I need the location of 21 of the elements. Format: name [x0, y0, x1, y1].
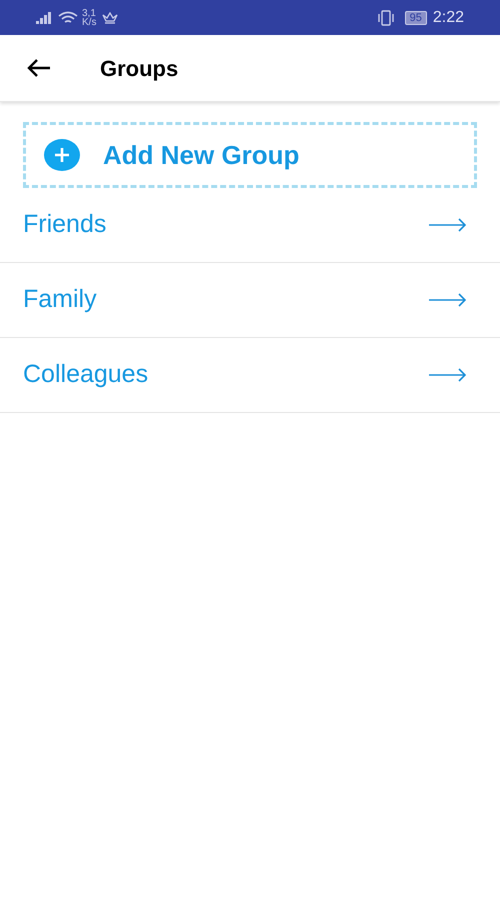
- right-arrow-icon: [429, 293, 467, 307]
- network-speed-value: 3,1: [82, 8, 96, 18]
- crown-icon: [102, 12, 118, 24]
- group-name: Colleagues: [23, 359, 148, 390]
- battery-indicator: 95: [404, 10, 427, 24]
- screen-title: Groups: [100, 54, 178, 83]
- vibrate-icon: [376, 10, 395, 26]
- signal-icon: [36, 12, 54, 24]
- right-arrow-icon: [429, 368, 467, 382]
- add-group-button[interactable]: Add New Group: [23, 122, 477, 188]
- clock: 2:22: [432, 8, 464, 28]
- plus-icon: [44, 139, 80, 171]
- group-name: Friends: [23, 209, 106, 240]
- group-row[interactable]: Family: [0, 263, 500, 338]
- network-speed-unit: K/s: [82, 18, 96, 26]
- group-row[interactable]: Colleagues: [0, 338, 500, 413]
- back-arrow-icon: [27, 58, 51, 78]
- wifi-icon: [58, 10, 78, 24]
- group-name: Family: [23, 284, 97, 316]
- group-row[interactable]: Friends: [0, 188, 500, 263]
- right-arrow-icon: [429, 218, 467, 232]
